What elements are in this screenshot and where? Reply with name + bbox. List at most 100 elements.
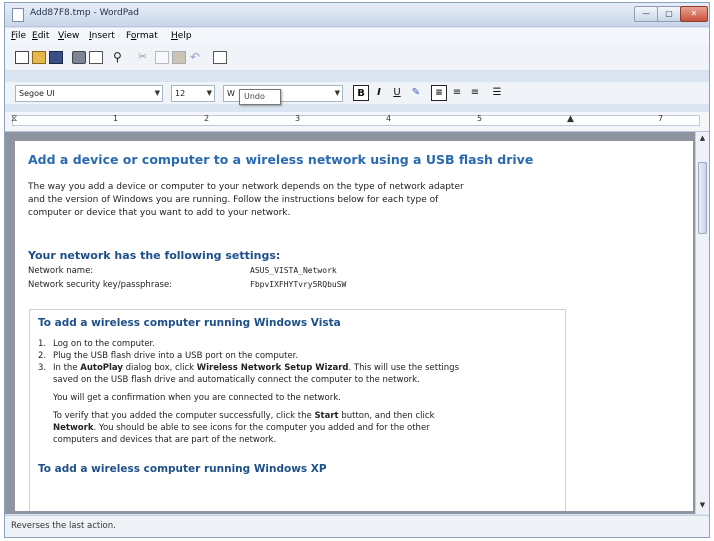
align-left-icon[interactable]: ≡: [431, 85, 447, 101]
new-icon[interactable]: [15, 51, 29, 64]
print-preview-icon[interactable]: [89, 51, 103, 64]
wordpad-window: Add87F8.tmp - WordPad — ▢ ✕ File Edit Vi…: [4, 2, 710, 538]
undo-icon[interactable]: ↶: [190, 51, 204, 64]
script-value: W: [227, 89, 235, 98]
menu-help[interactable]: Help: [171, 31, 192, 41]
italic-button[interactable]: I: [371, 85, 387, 101]
chevron-down-icon[interactable]: ▼: [335, 86, 340, 101]
intro-line: and the version of Windows you are runni…: [28, 195, 439, 205]
step-number: 1.: [38, 339, 47, 349]
menu-edit[interactable]: Edit: [32, 31, 49, 41]
menu-help-label: elp: [177, 31, 192, 41]
settings-heading: Your network has the following settings:: [28, 249, 281, 262]
text-run: To verify that you added the computer su…: [53, 411, 315, 421]
text-run: In the: [53, 363, 81, 373]
verify-text: computers and devices that are part of t…: [53, 435, 277, 445]
status-bar: Reverses the last action.: [5, 515, 709, 537]
undo-tooltip: Undo: [239, 89, 281, 105]
wordpad-app-icon[interactable]: [12, 8, 24, 22]
scroll-up-icon[interactable]: ▲: [697, 134, 708, 145]
menu-edit-label: dit: [37, 31, 50, 41]
align-center-icon[interactable]: ≡: [449, 85, 465, 101]
find-icon[interactable]: ⚲: [113, 51, 127, 64]
maximize-button[interactable]: ▢: [657, 6, 681, 22]
close-button[interactable]: ✕: [680, 6, 708, 22]
bullets-icon[interactable]: ☰: [489, 85, 505, 101]
menu-file-label: ile: [15, 31, 27, 41]
bold-term: Wireless Network Setup Wizard: [196, 363, 349, 373]
network-name-label: Network name:: [28, 266, 94, 276]
color-icon[interactable]: ✎: [408, 85, 424, 101]
ruler-number: 1: [113, 114, 119, 123]
xp-heading: To add a wireless computer running Windo…: [38, 463, 327, 475]
standard-toolbar: ⚲ ✂ ↶: [5, 45, 709, 71]
step-number: 3.: [38, 363, 47, 373]
ruler-number: 4: [386, 114, 392, 123]
scroll-down-icon[interactable]: ▼: [697, 501, 708, 512]
network-name-value: ASUS_VISTA_Network: [250, 266, 337, 275]
save-icon[interactable]: [49, 51, 63, 64]
window-title: Add87F8.tmp - WordPad: [30, 8, 140, 18]
font-name-combo[interactable]: Segoe UI ▼: [15, 85, 163, 102]
close-icon: ✕: [690, 9, 698, 18]
text-run: . You should be able to see icons for th…: [93, 423, 430, 433]
print-icon[interactable]: [72, 51, 86, 64]
menu-file[interactable]: File: [11, 31, 26, 41]
right-indent-marker[interactable]: ▲: [567, 114, 574, 124]
menu-bar: File Edit View Insert Format Help: [5, 28, 709, 45]
font-name-value: Segoe UI: [19, 89, 55, 98]
step-number: 2.: [38, 351, 47, 361]
copy-icon[interactable]: [155, 51, 169, 64]
vertical-scrollbar[interactable]: ▲ ▼: [695, 132, 709, 514]
security-key-value: FbpvIXFHYTvry5RQbuSW: [250, 280, 347, 289]
title-bar[interactable]: Add87F8.tmp - WordPad — ▢ ✕: [5, 3, 709, 27]
chevron-down-icon[interactable]: ▼: [155, 86, 160, 101]
step-text: Plug the USB flash drive into a USB port…: [53, 351, 299, 361]
step3-continuation: saved on the USB flash drive and automat…: [53, 375, 420, 385]
vista-instructions-box: To add a wireless computer running Windo…: [29, 309, 566, 511]
text-run: dialog box, click: [122, 363, 197, 373]
status-text: Reverses the last action.: [11, 521, 116, 531]
ruler-number: 3: [295, 114, 301, 123]
maximize-icon: ▢: [665, 9, 673, 18]
menu-help-accelerator: H: [171, 31, 178, 41]
minimize-button[interactable]: —: [634, 6, 658, 22]
chevron-down-icon[interactable]: ▼: [207, 86, 212, 101]
format-toolbar: Segoe UI ▼ 12 ▼ W ▼ B I U ✎ ≡ ≡ ≡ ☰: [5, 82, 709, 104]
verify-text: Network. You should be able to see icons…: [53, 422, 558, 434]
document-page[interactable]: Add a device or computer to a wireless n…: [15, 141, 693, 511]
bold-term: Network: [53, 423, 94, 433]
confirmation-text: You will get a confirmation when you are…: [53, 393, 341, 403]
ruler[interactable]: ⧖ 1 2 3 4 5 ▲ 7: [5, 112, 709, 132]
open-icon[interactable]: [32, 51, 46, 64]
security-key-label: Network security key/passphrase:: [28, 280, 173, 290]
menu-format[interactable]: Format: [126, 31, 158, 41]
font-size-combo[interactable]: 12 ▼: [171, 85, 215, 102]
step-text: Log on to the computer.: [53, 339, 155, 349]
menu-format-label: rmat: [136, 31, 158, 41]
cut-icon[interactable]: ✂: [138, 51, 152, 64]
ruler-number: 5: [477, 114, 483, 123]
underline-button[interactable]: U: [389, 85, 405, 101]
font-size-value: 12: [175, 89, 186, 98]
bold-term: Start: [314, 411, 339, 421]
menu-view[interactable]: View: [58, 31, 79, 41]
step-text: In the AutoPlay dialog box, click Wirele…: [53, 362, 558, 374]
verify-text: To verify that you added the computer su…: [53, 410, 558, 422]
menu-insert-label: nsert: [91, 31, 115, 41]
left-indent-marker[interactable]: ⧖: [11, 114, 17, 124]
scroll-thumb[interactable]: [698, 162, 707, 234]
bold-button[interactable]: B: [353, 85, 369, 101]
intro-line: computer or device that you want to add …: [28, 208, 291, 218]
intro-line: The way you add a device or computer to …: [28, 182, 464, 192]
align-right-icon[interactable]: ≡: [467, 85, 483, 101]
document-heading: Add a device or computer to a wireless n…: [28, 152, 534, 167]
ruler-number: 7: [658, 114, 664, 123]
menu-insert[interactable]: Insert: [89, 31, 115, 41]
ruler-number: 2: [204, 114, 210, 123]
paste-icon[interactable]: [172, 51, 186, 64]
minimize-icon: —: [642, 9, 650, 18]
text-run: . This will use the settings: [348, 363, 459, 373]
document-area: Add a device or computer to a wireless n…: [5, 132, 709, 514]
date-time-icon[interactable]: [213, 51, 227, 64]
